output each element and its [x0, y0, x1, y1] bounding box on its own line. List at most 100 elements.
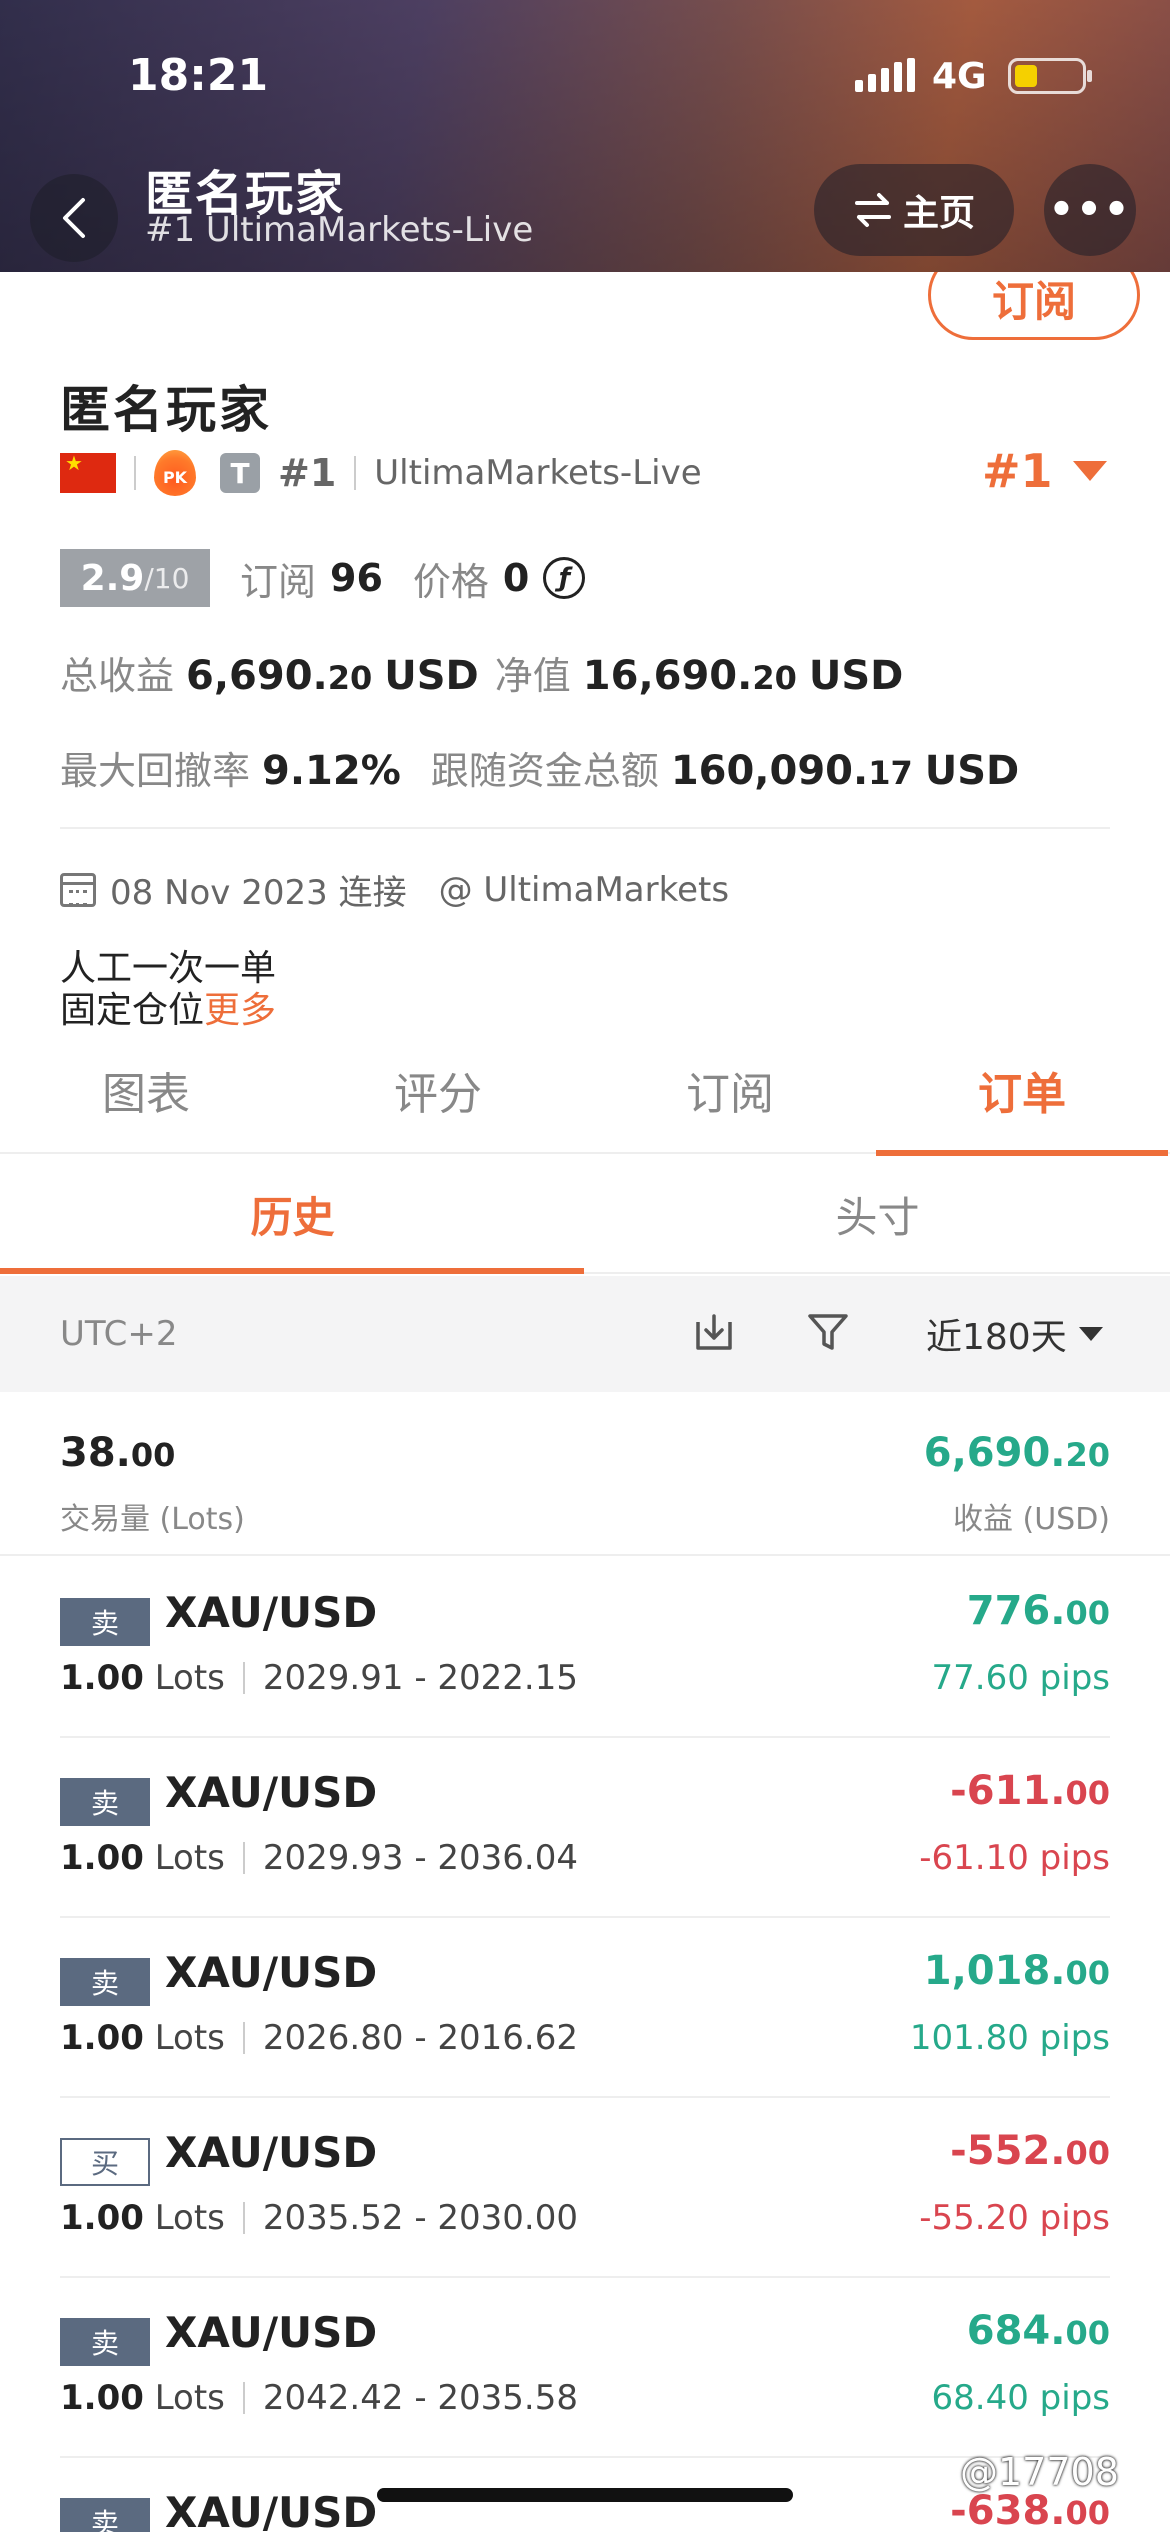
- back-button[interactable]: [30, 174, 118, 262]
- nav-subtitle: #1 UltimaMarkets-Live: [145, 210, 534, 250]
- trade-pnl: 684.00: [966, 2308, 1110, 2354]
- follow-funds-unit: USD: [924, 748, 1020, 794]
- trader-name: 匿名玩家: [60, 381, 272, 439]
- coin-icon: ƒ: [543, 557, 586, 599]
- drawdown-label: 最大回撤率: [60, 749, 251, 793]
- side-badge: 卖: [60, 1958, 150, 2006]
- rank-inline: #1: [278, 451, 337, 495]
- more-link[interactable]: 更多: [204, 990, 276, 1031]
- network-label: 4G: [932, 56, 987, 97]
- side-badge: 卖: [60, 1778, 150, 1826]
- trade-detail: 1.00 Lots 2035.52 - 2030.00: [60, 2198, 578, 2238]
- follow-funds-value: 160,090.17: [670, 748, 913, 794]
- tab-rating[interactable]: 评分: [292, 1050, 584, 1152]
- total-profit: 6,690.20: [923, 1430, 1110, 1476]
- download-icon[interactable]: [694, 1312, 734, 1352]
- side-badge: 卖: [60, 1598, 150, 1646]
- caret-down-icon: [1072, 461, 1107, 481]
- trade-pips: -61.10 pips: [919, 1838, 1110, 1878]
- trade-detail: 1.00 Lots 2029.93 - 2036.04: [60, 1838, 578, 1878]
- caret-down-icon: [1078, 1327, 1103, 1341]
- home-button-label: 主页: [902, 193, 975, 234]
- status-time: 18:21: [128, 50, 269, 101]
- subtab-history[interactable]: 历史: [0, 1156, 585, 1274]
- desc-line-2: 固定仓位: [60, 990, 205, 1031]
- total-profit-unit: USD: [384, 653, 479, 699]
- filter-icon[interactable]: [806, 1310, 850, 1354]
- trade-row[interactable]: 卖 XAU/USD 1.00 Lots 2042.42 - 2035.58 684…: [0, 2278, 1170, 2458]
- calendar-icon: [60, 872, 96, 907]
- tab-orders[interactable]: 订单: [876, 1050, 1168, 1156]
- trade-row[interactable]: 卖 XAU/USD 1.00 Lots 2029.91 - 2022.15 776…: [0, 1558, 1170, 1738]
- equity-unit: USD: [808, 653, 904, 699]
- trade-row[interactable]: 卖 XAU/USD 1.00 Lots 2026.80 - 2016.62 1,0…: [0, 1918, 1170, 2098]
- filter-bar: UTC+2 近180天: [0, 1276, 1170, 1392]
- price-label: 价格: [412, 559, 489, 604]
- total-lots-label: 交易量 (Lots): [60, 1502, 245, 1537]
- total-profit-label: 收益 (USD): [952, 1502, 1110, 1537]
- swap-icon: [854, 193, 891, 227]
- tab-chart[interactable]: 图表: [0, 1050, 292, 1152]
- trade-symbol: XAU/USD: [165, 1768, 378, 1817]
- date-range-label: 近180天: [926, 1317, 1067, 1358]
- trade-detail: 1.00 Lots 2042.42 - 2035.58: [60, 2378, 578, 2418]
- trade-pips: -55.20 pips: [919, 2198, 1110, 2238]
- total-profit-value: 6,690.20: [186, 653, 373, 699]
- score-badge: 2.9/10: [60, 549, 210, 607]
- trade-pips: 68.40 pips: [931, 2378, 1110, 2418]
- broker-name: UltimaMarkets-Live: [374, 453, 702, 493]
- trade-pips: 101.80 pips: [909, 2018, 1110, 2058]
- status-bar: 18:21 4G: [0, 0, 1170, 150]
- equity-label: 净值: [494, 654, 571, 698]
- equity-value: 16,690.20: [582, 653, 797, 699]
- trade-pips: 77.60 pips: [931, 1658, 1110, 1698]
- divider: [60, 827, 1110, 829]
- trader-tags: PK T #1 UltimaMarkets-Live: [60, 448, 702, 498]
- trade-symbol: XAU/USD: [165, 1588, 378, 1637]
- total-profit-label: 总收益: [60, 654, 175, 698]
- drawdown-value: 9.12%: [262, 748, 401, 794]
- subtab-positions[interactable]: 头寸: [585, 1156, 1170, 1272]
- connect-date: 08 Nov 2023 连接: [110, 873, 407, 913]
- trade-pnl: 1,018.00: [923, 1948, 1110, 1994]
- more-options-button[interactable]: •••: [1044, 164, 1136, 256]
- trade-row[interactable]: 卖 XAU/USD 1.00 Lots 2029.93 - 2036.04 -61…: [0, 1738, 1170, 1918]
- trade-symbol: XAU/USD: [165, 2128, 378, 2177]
- desc-line-1: 人工一次一单: [60, 948, 277, 989]
- pk-flame-icon[interactable]: PK: [154, 450, 196, 496]
- subs-value: 96: [330, 556, 383, 600]
- drawdown-row: 最大回撤率 9.12% 跟随资金总额 160,090.17 USD: [60, 740, 1019, 795]
- chevron-left-icon: [63, 198, 85, 238]
- subs-label: 订阅: [240, 559, 317, 604]
- side-badge: 买: [60, 2138, 150, 2186]
- trade-row[interactable]: 买 XAU/USD 1.00 Lots 2035.52 - 2030.00 -55…: [0, 2098, 1170, 2278]
- price-value: 0: [502, 556, 530, 600]
- side-badge: 卖: [60, 2498, 150, 2532]
- battery-icon: [1008, 58, 1092, 94]
- home-button[interactable]: 主页: [814, 164, 1014, 256]
- main-tabs: 图表 评分 订阅 订单: [0, 1050, 1170, 1156]
- trade-pnl: -552.00: [950, 2128, 1110, 2174]
- rank-value: #1: [982, 444, 1053, 498]
- score-row: 2.9/10 订阅 96 价格 0 ƒ: [60, 548, 586, 608]
- broker-handle: @ UltimaMarkets: [438, 869, 730, 910]
- orders-summary: 38.00 交易量 (Lots) 6,690.20 收益 (USD): [0, 1392, 1170, 1556]
- trade-detail: 1.00 Lots 2029.91 - 2022.15: [60, 1658, 578, 1698]
- tab-subscribe[interactable]: 订阅: [584, 1050, 876, 1152]
- china-flag-icon: [60, 451, 116, 493]
- meta-row: 08 Nov 2023 连接 @ UltimaMarkets: [60, 865, 729, 914]
- trade-symbol: XAU/USD: [165, 2488, 378, 2532]
- trade-pnl: 776.00: [966, 1588, 1110, 1634]
- timezone-label: UTC+2: [60, 1314, 178, 1354]
- ellipsis-icon: •••: [1048, 187, 1132, 233]
- side-badge: 卖: [60, 2318, 150, 2366]
- date-range-dropdown[interactable]: 近180天: [926, 1308, 1103, 1360]
- home-indicator: [377, 2488, 793, 2502]
- t-badge-icon: T: [220, 453, 260, 493]
- signal-icon: [855, 58, 915, 92]
- nav-bar: 匿名玩家 #1 UltimaMarkets-Live 主页 •••: [0, 150, 1170, 272]
- strategy-description: 人工一次一单 固定仓位更多: [60, 948, 276, 1032]
- rank-dropdown[interactable]: #1: [982, 444, 1107, 498]
- profit-row: 总收益 6,690.20 USD 净值 16,690.20 USD: [60, 645, 903, 700]
- follow-funds-label: 跟随资金总额: [430, 749, 659, 793]
